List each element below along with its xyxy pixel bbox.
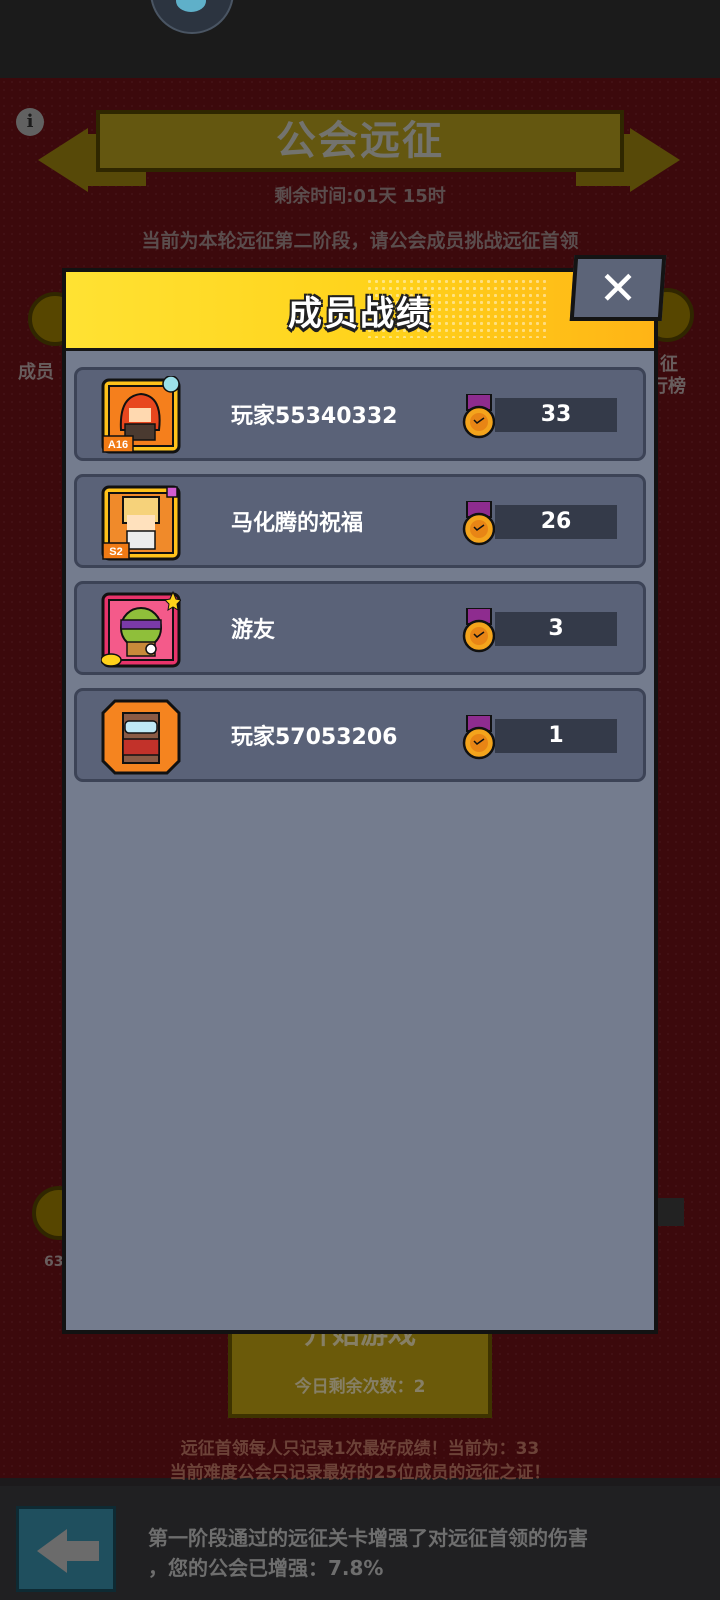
red-haired-hero-avatar: A16	[101, 375, 181, 454]
attempts-left-label: 今日剩余次数：2	[294, 1377, 426, 1397]
close-button[interactable]: ✕	[569, 255, 667, 321]
masked-bandit-avatar	[101, 697, 181, 775]
expedition-medal-icon	[459, 607, 499, 654]
guild-record-note: 当前难度公会只记录最好的25位成员的远征之证！	[169, 1463, 551, 1483]
member-row[interactable]: A16 玩家55340332 33	[74, 367, 646, 461]
score-value: 33	[540, 402, 572, 427]
expedition-medal-icon	[459, 500, 499, 547]
member-row[interactable]: 玩家57053206 1	[74, 688, 646, 782]
score-value: 1	[548, 723, 564, 748]
ninja-turtle-avatar	[100, 590, 183, 668]
dialog-header: 成员战绩	[66, 272, 654, 351]
player-name: 马化腾的祝福	[231, 511, 364, 536]
record-note: 远征首领每人只记录1次最好成绩！当前为：33	[180, 1439, 540, 1459]
back-button[interactable]	[16, 1506, 116, 1592]
close-icon: ✕	[598, 261, 638, 315]
expedition-medal-icon	[459, 714, 499, 761]
level-badge: A16	[108, 439, 128, 451]
member-row[interactable]: S2 马化腾的祝福 26	[74, 474, 646, 568]
level-badge: S2	[109, 546, 122, 558]
score-value: 26	[540, 509, 572, 534]
player-name: 游友	[231, 618, 276, 643]
score-value: 3	[548, 616, 564, 641]
blonde-hero-avatar: S2	[101, 483, 181, 561]
top-bar	[0, 0, 720, 78]
expedition-medal-icon	[459, 393, 499, 440]
score-bar: 33	[495, 398, 617, 432]
player-name: 玩家55340332	[231, 404, 398, 429]
score-bar: 1	[495, 719, 617, 753]
member-row[interactable]: 游友 3	[74, 581, 646, 675]
player-name: 玩家57053206	[231, 725, 398, 750]
dialog-title: 成员战绩	[288, 294, 432, 334]
buff-percentage: ，您的公会已增强：7.8%	[148, 1556, 384, 1580]
back-arrow-icon-body	[65, 1541, 99, 1561]
score-bar: 3	[495, 612, 617, 646]
score-bar: 26	[495, 505, 617, 539]
buff-description: 第一阶段通过的远征关卡增强了对远征首领的伤害	[148, 1526, 588, 1550]
back-arrow-icon	[37, 1529, 67, 1573]
top-character-avatar	[150, 0, 234, 34]
